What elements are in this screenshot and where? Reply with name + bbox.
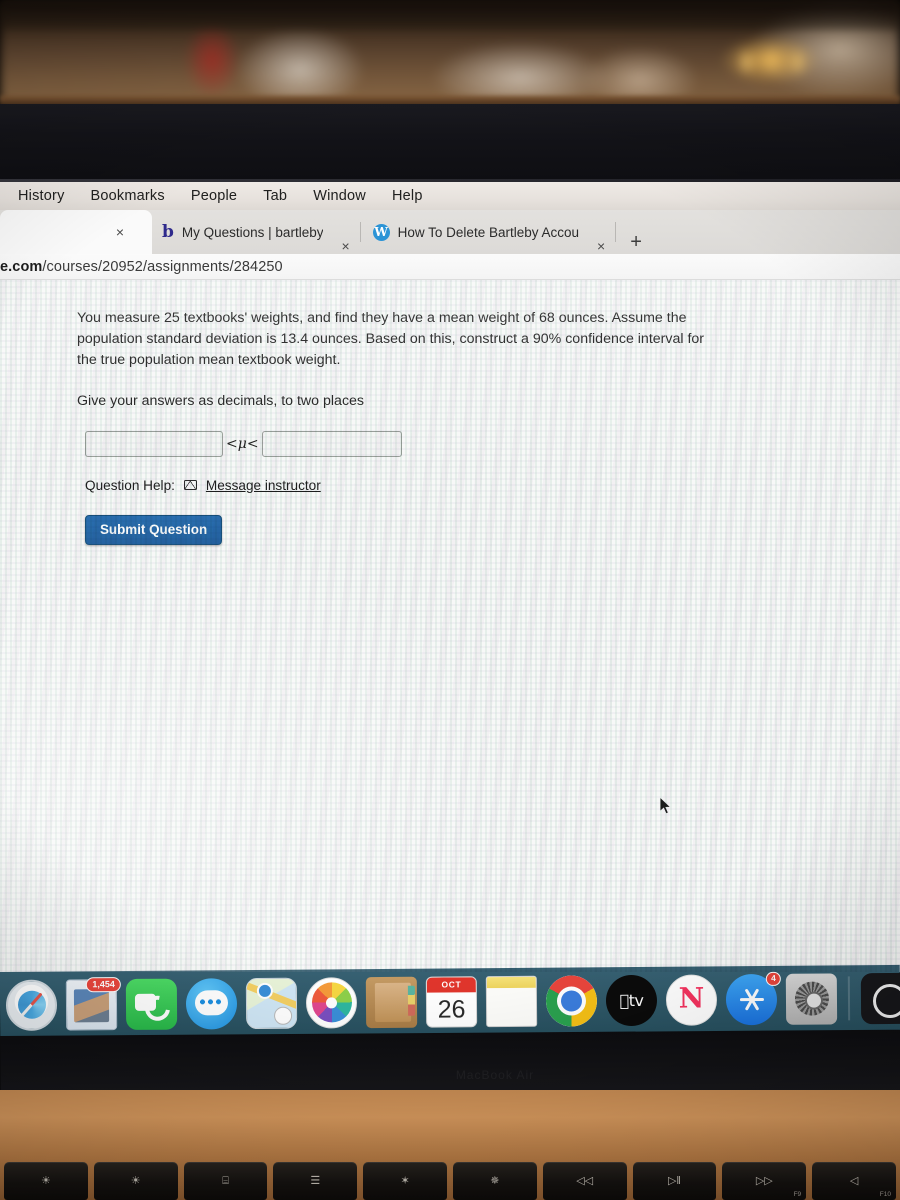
- address-bar[interactable]: e.com/courses/20952/assignments/284250: [0, 254, 900, 280]
- circle-app-icon: [860, 972, 900, 1024]
- laptop-photo-scene: History Bookmarks People Tab Window Help…: [0, 0, 900, 1200]
- bartleby-b-icon: b: [162, 221, 174, 242]
- photos-icon: [305, 976, 358, 1029]
- dock-item-circle-app[interactable]: [860, 972, 900, 1024]
- inequality-mu-label: <μ<: [223, 436, 262, 452]
- mu-symbol: μ: [237, 435, 247, 452]
- question-help-label: Question Help:: [85, 477, 175, 493]
- key-rewind[interactable]: ◁◁: [542, 1162, 627, 1200]
- laptop-deck-light-reflection: [0, 1090, 900, 1150]
- macos-menu-bar: History Bookmarks People Tab Window Help: [0, 182, 900, 210]
- upper-bound-input[interactable]: [261, 430, 402, 457]
- mail-badge: 1,454: [86, 976, 121, 993]
- background-dark-band: [0, 0, 900, 30]
- menu-item-help[interactable]: Help: [392, 188, 423, 204]
- macos-dock: 1,454 OCT 26 tv: [0, 964, 900, 1038]
- tab-how-to-delete-bartleby-account[interactable]: W How To Delete Bartleby Accou: [363, 210, 589, 254]
- dock-item-news[interactable]: N: [665, 973, 718, 1026]
- key-brightness-down[interactable]: ☀: [4, 1162, 88, 1200]
- tab-divider: [615, 222, 617, 242]
- new-tab-button[interactable]: +: [618, 231, 654, 254]
- dock-item-safari[interactable]: [5, 979, 58, 1031]
- envelope-icon: [183, 480, 197, 491]
- dock-item-system-preferences[interactable]: [785, 972, 838, 1025]
- laptop-bottom-bezel: [0, 1029, 900, 1098]
- dock-item-contacts[interactable]: [365, 976, 418, 1028]
- inequality-right: <: [246, 435, 259, 452]
- key-play-pause[interactable]: ▷‖: [632, 1162, 717, 1200]
- messages-icon: [185, 977, 238, 1030]
- maps-icon: [245, 977, 298, 1029]
- menu-item-people[interactable]: People: [191, 188, 237, 204]
- dock-item-messages[interactable]: [185, 977, 238, 1030]
- dock-item-chrome[interactable]: [545, 974, 598, 1027]
- question-help-row: Question Help: Message instructor: [85, 478, 760, 493]
- safari-icon: [5, 979, 58, 1031]
- laptop-top-bezel: [0, 104, 900, 182]
- lower-bound-input[interactable]: [85, 430, 223, 457]
- question-body: You measure 25 textbooks' weights, and f…: [77, 310, 705, 368]
- tab-partial-left[interactable]: ×: [0, 210, 152, 254]
- inequality-left: <: [226, 435, 238, 452]
- notes-icon: [485, 975, 538, 1027]
- assignment-page: You measure 25 textbooks' weights, and f…: [0, 280, 900, 972]
- url-domain: e.com: [0, 258, 43, 275]
- confidence-interval-answer-row: <μ<: [85, 430, 760, 457]
- close-icon[interactable]: ×: [108, 224, 132, 240]
- menu-item-tab[interactable]: Tab: [263, 188, 287, 204]
- dock-item-facetime[interactable]: [125, 978, 178, 1030]
- close-icon[interactable]: ×: [589, 238, 613, 254]
- tab-label: My Questions | bartleby: [181, 224, 324, 240]
- url-path: /courses/20952/assignments/284250: [42, 258, 283, 275]
- key-fast-forward[interactable]: ▷▷ F9: [722, 1162, 807, 1200]
- message-instructor-link[interactable]: Message instructor: [206, 478, 321, 493]
- calendar-day: 26: [437, 994, 466, 1024]
- news-icon: N: [665, 973, 718, 1026]
- dock-item-appletv[interactable]: tv: [605, 974, 658, 1026]
- dock-item-mail[interactable]: 1,454: [65, 976, 121, 1030]
- key-launchpad[interactable]: ☰: [273, 1162, 358, 1200]
- question-instruction: Give your answers as decimals, to two pl…: [77, 392, 365, 409]
- menu-item-bookmarks[interactable]: Bookmarks: [91, 188, 165, 204]
- wordpress-w-icon: W: [372, 223, 390, 241]
- facetime-icon: [125, 978, 178, 1030]
- dock-item-photos[interactable]: [305, 976, 358, 1029]
- key-brightness-up[interactable]: ☀: [93, 1162, 178, 1200]
- submit-question-button[interactable]: Submit Question: [85, 514, 223, 545]
- dock-item-calendar[interactable]: OCT 26: [425, 975, 478, 1028]
- tab-my-questions-bartleby[interactable]: b My Questions | bartleby: [152, 210, 333, 254]
- dock-item-notes[interactable]: [485, 975, 538, 1027]
- contacts-icon: [365, 976, 418, 1028]
- key-keyboard-backlight-up[interactable]: ✵: [452, 1162, 537, 1200]
- key-mute[interactable]: ◁ F10: [812, 1162, 896, 1200]
- close-icon[interactable]: ×: [333, 238, 357, 254]
- key-mission-control[interactable]: ⌸: [183, 1162, 268, 1200]
- dock-item-maps[interactable]: [245, 977, 298, 1029]
- calendar-icon: OCT 26: [425, 975, 478, 1028]
- keyboard-function-row: ☀ ☀ ⌸ ☰ ✶ ✵ ◁◁ ▷‖ ▷▷ F9 ◁ F10: [0, 1162, 900, 1200]
- apple-tv-icon: tv: [605, 974, 658, 1026]
- tab-divider: [359, 222, 361, 242]
- tab-label: How To Delete Bartleby Accou: [397, 224, 580, 240]
- app-store-badge: 4: [766, 971, 781, 987]
- menu-item-history[interactable]: History: [18, 188, 65, 204]
- macbook-wordmark: MacBook Air: [455, 1068, 535, 1082]
- dock-divider: [847, 976, 851, 1021]
- gear-icon: [785, 972, 838, 1025]
- key-keyboard-backlight-down[interactable]: ✶: [363, 1162, 447, 1200]
- laptop-screen: History Bookmarks People Tab Window Help…: [0, 182, 900, 972]
- browser-tab-strip: × b My Questions | bartleby × W How To D…: [0, 210, 900, 254]
- menu-item-window[interactable]: Window: [313, 188, 366, 204]
- chrome-icon: [545, 974, 598, 1027]
- mouse-cursor: [659, 796, 672, 815]
- dock-item-appstore[interactable]: 4: [725, 971, 781, 1025]
